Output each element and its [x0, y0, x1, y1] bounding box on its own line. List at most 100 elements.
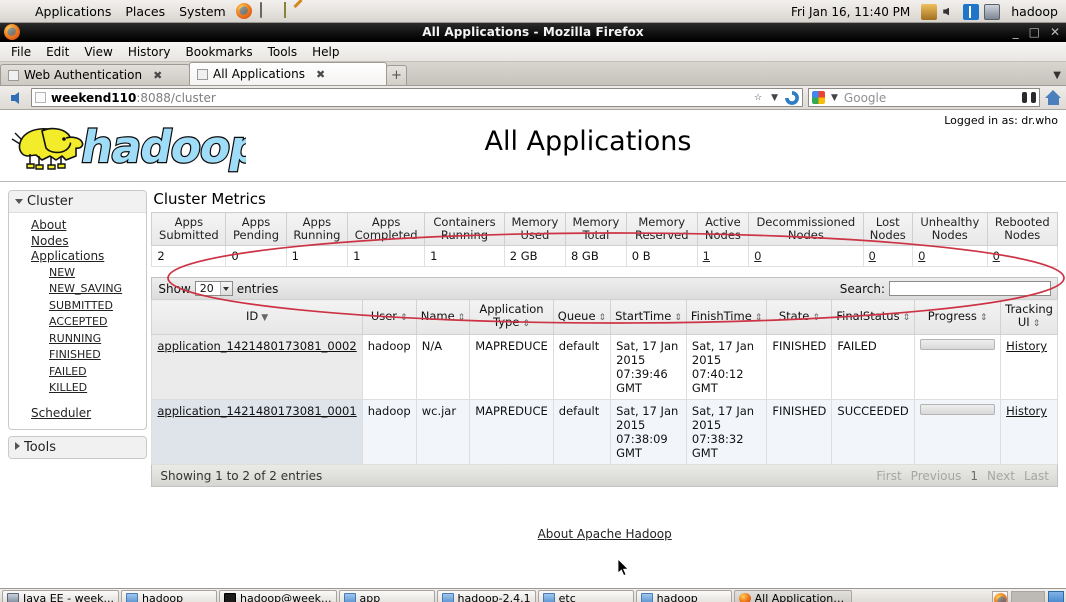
- rebooted-nodes-link[interactable]: 0: [993, 249, 1000, 263]
- pagination-previous[interactable]: Previous: [911, 469, 962, 483]
- col-header-finishtime[interactable]: FinishTime ⇕: [685, 299, 768, 335]
- menu-applications[interactable]: Applications: [28, 2, 118, 21]
- col-header-starttime[interactable]: StartTime ⇕: [610, 299, 687, 335]
- sidebar-link-new[interactable]: NEW: [49, 266, 75, 279]
- close-tab-icon[interactable]: ✖: [153, 69, 162, 82]
- close-button[interactable]: ✕: [1050, 25, 1060, 39]
- workspace-switcher[interactable]: [1011, 590, 1045, 602]
- col-header-tracking-ui[interactable]: Tracking UI ⇕: [1000, 299, 1058, 335]
- sidebar-cluster-header[interactable]: Cluster: [9, 191, 147, 213]
- page-body: Cluster About Nodes Applications NEW NEW…: [0, 182, 1066, 541]
- metrics-value-containers-running: 1: [424, 245, 505, 267]
- sidebar-link-nodes[interactable]: Nodes: [31, 234, 69, 248]
- taskbar-item-java-ee[interactable]: Java EE - week...: [2, 590, 119, 602]
- bookmark-star-icon[interactable]: ☆: [752, 93, 764, 103]
- back-button[interactable]: [4, 88, 26, 108]
- tab-all-applications[interactable]: All Applications ✖: [189, 62, 387, 85]
- menu-file[interactable]: File: [4, 43, 38, 61]
- col-header-state[interactable]: State ⇕: [766, 299, 833, 335]
- menu-help[interactable]: Help: [305, 43, 346, 61]
- taskbar-firefox-tray-icon[interactable]: [992, 590, 1008, 602]
- minimize-button[interactable]: _: [1013, 25, 1019, 39]
- sidebar-tools-header[interactable]: Tools: [9, 437, 147, 458]
- history-link[interactable]: History: [1006, 339, 1047, 353]
- search-engine-chevron-icon[interactable]: ▼: [829, 93, 840, 103]
- menu-system[interactable]: System: [172, 2, 233, 21]
- url-input[interactable]: weekend110:8088/cluster ☆ ▼: [31, 88, 803, 107]
- current-user-label[interactable]: hadoop: [1011, 4, 1062, 19]
- clock[interactable]: Fri Jan 16, 11:40 PM: [791, 5, 910, 19]
- search-input[interactable]: ▼ Google: [808, 88, 1040, 107]
- sidebar-link-running[interactable]: RUNNING: [49, 332, 101, 345]
- menu-tools[interactable]: Tools: [261, 43, 305, 61]
- show-desktop-button[interactable]: [1048, 590, 1064, 602]
- taskbar-item-terminal[interactable]: hadoop@week...: [219, 590, 337, 602]
- decommissioned-nodes-link[interactable]: 0: [754, 249, 761, 263]
- sidebar-link-submitted[interactable]: SUBMITTED: [49, 299, 113, 312]
- page-length-control[interactable]: Show 20 entries: [158, 281, 278, 296]
- history-link[interactable]: History: [1006, 404, 1047, 418]
- close-tab-icon[interactable]: ✖: [316, 68, 325, 81]
- files-launcher-icon[interactable]: [259, 2, 278, 19]
- application-id-link[interactable]: application_1421480173081_0001: [157, 404, 356, 418]
- network-icon[interactable]: [921, 3, 938, 20]
- menu-places[interactable]: Places: [118, 2, 172, 21]
- sidebar-link-about[interactable]: About: [31, 218, 66, 232]
- col-header-finalstatus[interactable]: FinalStatus ⇕: [831, 299, 916, 335]
- col-header-progress[interactable]: Progress ⇕: [914, 299, 1002, 335]
- taskbar-item-etc[interactable]: etc: [537, 590, 634, 602]
- taskbar-item-hadoop-241[interactable]: hadoop-2.4.1: [436, 590, 536, 602]
- search-binoculars-icon[interactable]: [1022, 92, 1036, 103]
- pagination-page-1[interactable]: 1: [970, 469, 978, 483]
- menu-view[interactable]: View: [77, 43, 119, 61]
- cell-finishtime: Sat, 17 Jan 2015 07:38:32 GMT: [685, 399, 768, 465]
- application-id-link[interactable]: application_1421480173081_0002: [157, 339, 356, 353]
- sidebar-link-failed[interactable]: FAILED: [49, 365, 87, 378]
- window-controls: _ □ ✕: [1013, 25, 1060, 39]
- taskbar-item-app[interactable]: app: [338, 590, 435, 602]
- datatable-search-input[interactable]: [889, 281, 1051, 296]
- col-header-application-type[interactable]: Application Type ⇕: [469, 299, 554, 335]
- sidebar-link-killed[interactable]: KILLED: [49, 381, 87, 394]
- maximize-button[interactable]: □: [1029, 25, 1040, 39]
- applications-menu-icon[interactable]: [7, 3, 25, 19]
- tab-web-authentication[interactable]: Web Authentication ✖: [0, 64, 190, 85]
- metrics-value-rebooted-nodes: 0: [986, 245, 1059, 267]
- pagination-next[interactable]: Next: [987, 469, 1015, 483]
- unhealthy-nodes-link[interactable]: 0: [918, 249, 925, 263]
- sidebar-link-applications[interactable]: Applications: [31, 249, 104, 263]
- col-header-id[interactable]: ID ▼: [151, 299, 363, 335]
- sidebar-link-finished[interactable]: FINISHED: [49, 348, 101, 361]
- hadoop-logo[interactable]: hadoop: [0, 110, 266, 181]
- active-nodes-link[interactable]: 1: [703, 249, 710, 263]
- reload-icon[interactable]: [785, 90, 799, 105]
- menu-edit[interactable]: Edit: [39, 43, 76, 61]
- url-dropdown-chevron-icon[interactable]: ▼: [769, 93, 780, 103]
- col-header-user[interactable]: User ⇕: [361, 299, 417, 335]
- display-icon[interactable]: [984, 3, 1001, 20]
- page-length-select[interactable]: 20: [194, 281, 233, 296]
- pagination-last[interactable]: Last: [1024, 469, 1049, 483]
- col-header-queue[interactable]: Queue ⇕: [552, 299, 612, 335]
- bluetooth-icon[interactable]: [963, 3, 980, 20]
- home-icon[interactable]: [1045, 90, 1062, 105]
- sidebar-link-accepted[interactable]: ACCEPTED: [49, 315, 107, 328]
- new-tab-button[interactable]: +: [386, 65, 407, 85]
- lost-nodes-link[interactable]: 0: [869, 249, 876, 263]
- col-header-name[interactable]: Name ⇕: [415, 299, 471, 335]
- sidebar-link-new-saving[interactable]: NEW_SAVING: [49, 282, 122, 295]
- taskbar-item-hadoop-2[interactable]: hadoop: [635, 590, 732, 602]
- tab-list-chevron-down-icon[interactable]: ▼: [1053, 70, 1061, 81]
- taskbar-item-all-applications[interactable]: All Applications...: [733, 590, 852, 602]
- taskbar-item-hadoop-1[interactable]: hadoop: [121, 590, 217, 602]
- menu-history[interactable]: History: [121, 43, 178, 61]
- search-label: Search:: [839, 281, 885, 296]
- menu-bookmarks[interactable]: Bookmarks: [179, 43, 260, 61]
- about-apache-hadoop-link[interactable]: About Apache Hadoop: [538, 527, 672, 541]
- mouse-cursor: [618, 559, 629, 577]
- sidebar-link-scheduler[interactable]: Scheduler: [31, 406, 91, 420]
- volume-icon[interactable]: [942, 4, 958, 20]
- firefox-launcher-icon[interactable]: [235, 3, 254, 19]
- pagination-first[interactable]: First: [876, 469, 901, 483]
- text-editor-launcher-icon[interactable]: [283, 2, 302, 19]
